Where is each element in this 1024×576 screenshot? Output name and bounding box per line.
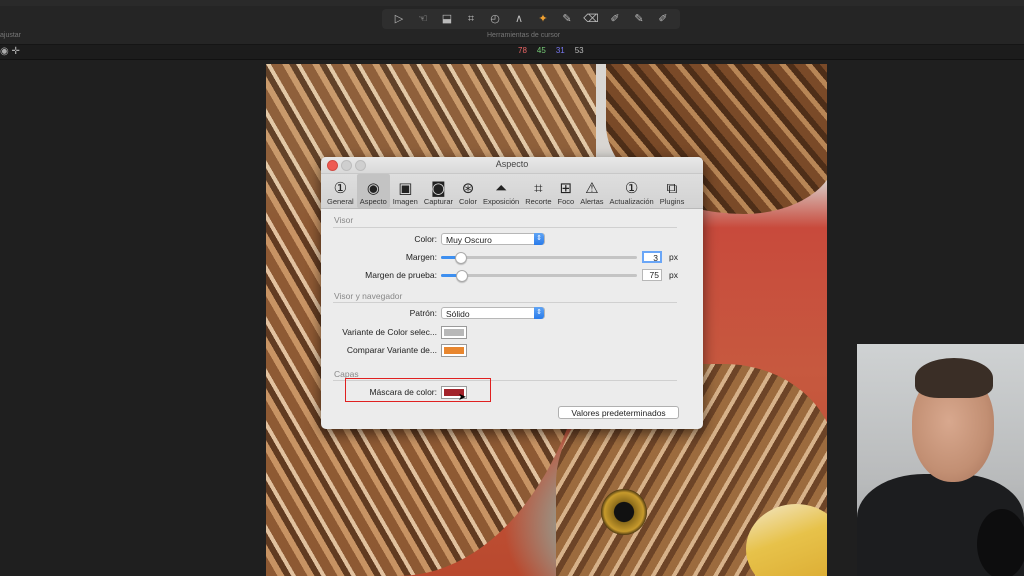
tab-color[interactable]: ⊛ Color [456,174,480,208]
tools-caption: Herramientas de cursor [487,32,561,39]
hand-tool-icon[interactable]: ☜ [414,11,432,27]
tab-label: Aspecto [359,197,387,206]
eye-icon: ◉ [366,179,380,197]
divider [333,227,677,228]
margen-prueba-slider-knob[interactable] [456,270,468,282]
variante-label: Variante de Color selec... [342,327,437,337]
exposure-icon: ⏶ [495,179,508,197]
status-bar: ◉ ✛ 78 45 31 53 [0,45,1024,60]
color-circles-icon: ⊛ [461,179,475,197]
tab-actualizacion[interactable]: ① Actualización [607,174,657,208]
blue-value: 31 [555,46,565,55]
tab-label: Alertas [580,197,604,206]
tab-label: Actualización [609,197,654,206]
margen-slider[interactable] [441,256,637,259]
margen-prueba-input[interactable]: 75 [642,269,662,281]
general-icon: ① [333,179,348,197]
webcam-overlay [857,344,1024,576]
margen-label: Margen: [405,252,437,262]
margen-unit: px [669,252,678,262]
brush-tool-icon[interactable]: ✎ [558,11,576,27]
pen-tool-icon[interactable]: ✐ [606,11,624,27]
camera-icon: ◙ [431,179,446,197]
comparar-color-well[interactable] [441,344,467,357]
focus-icon: ⊞ [559,179,573,197]
section-visor: Visor [334,215,354,225]
tab-label: Color [459,197,477,206]
margen-prueba-unit: px [669,270,678,280]
adjust-caption: ajustar [0,32,22,39]
margen-input[interactable]: 3 [642,251,662,263]
margen-prueba-slider[interactable] [441,274,637,277]
magic-wand-tool-icon[interactable]: ✦ [534,11,552,27]
patron-label: Patrón: [409,308,437,318]
crop-icon: ⌗ [534,179,543,197]
tab-foco[interactable]: ⊞ Foco [555,174,578,208]
dialog-titlebar: Aspecto [321,157,703,174]
tab-recorte[interactable]: ⌗ Recorte [522,174,554,208]
variante-color-swatch [444,329,464,336]
tab-exposicion[interactable]: ⏶ Exposición [480,174,522,208]
tab-label: Foco [557,197,575,206]
tab-label: Recorte [525,197,552,206]
alpha-value: 53 [574,46,584,55]
toolbar: ▷ ☜ ⬓ ⌗ ◴ ∧ ✦ ✎ ⌫ ✐ ✎ ✐ Herramientas de … [0,6,1024,45]
red-value: 78 [518,46,527,55]
dialog-title: Aspecto [495,159,529,169]
presenter-hair [915,358,993,398]
tab-general[interactable]: ① General [324,174,357,208]
preferences-tabs: ① General ◉ Aspecto ▣ Imagen ◙ Capturar … [321,174,703,209]
tab-label: Exposición [482,197,520,206]
color-select[interactable]: Muy Oscuro ⇕ [441,233,545,245]
tab-alertas[interactable]: ⚠ Alertas [577,174,606,208]
pointer-tool-icon[interactable]: ▷ [390,11,408,27]
eagle-eye-image [601,489,647,535]
patron-select-value: Sólido [446,309,470,319]
add-icon[interactable]: ◉ ✛ [0,46,20,57]
crop-tool-icon[interactable]: ⌗ [462,11,480,27]
variante-color-well[interactable] [441,326,467,339]
margen-prueba-label: Margen de prueba: [365,270,437,280]
tab-plugins[interactable]: ⧉ Plugins [657,174,688,208]
image-icon: ▣ [398,179,413,197]
section-visor-navegador: Visor y navegador [334,291,403,301]
margen-slider-knob[interactable] [455,252,467,264]
tab-label: General [327,197,354,206]
color-select-value: Muy Oscuro [446,235,492,245]
puzzle-icon: ⧉ [666,179,678,197]
annotation-highlight-box [345,378,491,402]
comparar-label: Comparar Variante de... [346,345,437,355]
tab-label: Plugins [659,197,685,206]
cursor-tools: ▷ ☜ ⬓ ⌗ ◴ ∧ ✦ ✎ ⌫ ✐ ✎ ✐ [382,9,680,29]
tab-imagen[interactable]: ▣ Imagen [390,174,421,208]
chevron-updown-icon: ⇕ [534,233,544,245]
pixel-values: 78 45 31 53 [518,46,584,55]
defaults-button[interactable]: Valores predeterminados [558,406,679,419]
tab-capturar[interactable]: ◙ Capturar [421,174,456,208]
divider [333,302,677,303]
update-icon: ① [624,179,639,197]
tab-label: Imagen [392,197,418,206]
green-value: 45 [536,46,546,55]
tab-aspecto[interactable]: ◉ Aspecto [356,174,390,208]
color-label: Color: [414,234,437,244]
straighten-tool-icon[interactable]: ∧ [510,11,528,27]
comparar-color-swatch [444,347,464,354]
microphone-image [977,509,1024,576]
chevron-updown-icon: ⇕ [534,307,544,319]
heal-tool-icon[interactable]: ✐ [654,11,672,27]
stamp-tool-icon[interactable]: ⬓ [438,11,456,27]
tab-label: Capturar [423,197,454,206]
margen-prueba-slider-fill [441,274,457,277]
eraser-tool-icon[interactable]: ⌫ [582,11,600,27]
warning-icon: ⚠ [585,179,599,197]
rotate-tool-icon[interactable]: ◴ [486,11,504,27]
patron-select[interactable]: Sólido ⇕ [441,307,545,319]
retouch-tool-icon[interactable]: ✎ [630,11,648,27]
